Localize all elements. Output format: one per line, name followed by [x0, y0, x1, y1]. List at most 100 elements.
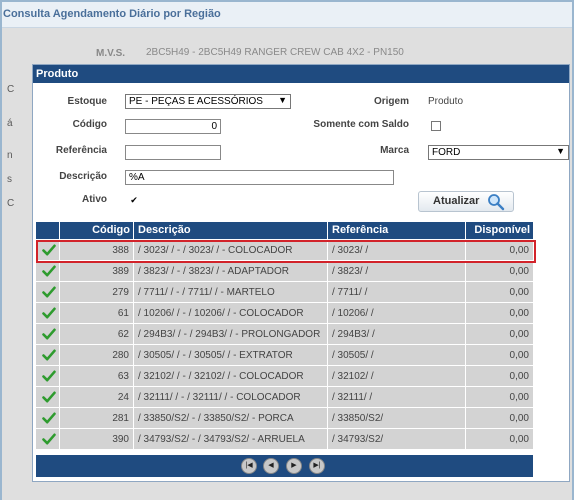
estoque-select[interactable]: PE - PEÇAS E ACESSÓRIOS ▼ — [125, 94, 291, 109]
disponivel-cell: 0,00 — [509, 308, 529, 319]
descricao-cell: / 32111/ / - / 32111/ / - COLOCADOR — [134, 387, 328, 408]
check-icon — [42, 370, 56, 382]
selected-row-highlight — [36, 240, 536, 263]
row-check-cell[interactable] — [36, 429, 60, 450]
disponivel-cell: 0,00 — [509, 434, 529, 445]
referencia-cell: / 3823/ / — [328, 261, 466, 282]
disponivel-cell: 0,00 — [509, 350, 529, 361]
marca-label: Marca — [380, 145, 409, 156]
table-header: Código Descrição Referência Disponível — [36, 222, 533, 239]
codigo-cell: 24 — [60, 387, 134, 408]
header-disponivel[interactable]: Disponível — [466, 222, 533, 239]
somente-saldo-label: Somente com Saldo — [313, 119, 409, 130]
codigo-cell: 281 — [60, 408, 134, 429]
page-title: Consulta Agendamento Diário por Região — [3, 8, 221, 20]
check-icon — [42, 433, 56, 445]
header-descricao[interactable]: Descrição — [134, 222, 328, 239]
somente-saldo-checkbox[interactable] — [431, 121, 441, 131]
descricao-cell: / 294B3/ / - / 294B3/ / - PROLONGADOR — [134, 324, 328, 345]
codigo-input[interactable]: 0 — [125, 119, 221, 134]
codigo-label: Código — [72, 119, 107, 130]
table-row[interactable]: 24/ 32111/ / - / 32111/ / - COLOCADOR/ 3… — [36, 387, 533, 408]
row-check-cell[interactable] — [36, 345, 60, 366]
dialog-title: Produto — [33, 65, 569, 83]
atualizar-label: Atualizar — [433, 195, 480, 207]
produto-dialog: Produto Estoque PE - PEÇAS E ACESSÓRIOS … — [32, 64, 570, 482]
row-check-cell[interactable] — [36, 303, 60, 324]
referencia-cell: / 30505/ / — [328, 345, 466, 366]
header-check-column — [36, 222, 60, 239]
row-check-cell[interactable] — [36, 366, 60, 387]
next-page-button[interactable]: ▶ — [286, 458, 302, 474]
marca-select[interactable]: FORD ▼ — [428, 145, 569, 160]
last-page-button[interactable]: ▶| — [309, 458, 325, 474]
disponivel-cell: 0,00 — [509, 392, 529, 403]
referencia-label: Referência — [55, 145, 107, 156]
descricao-cell: / 33850/S2/ - / 33850/S2/ - PORCA — [134, 408, 328, 429]
row-check-cell[interactable] — [36, 387, 60, 408]
check-icon — [42, 412, 56, 424]
referencia-cell: / 33850/S2/ — [328, 408, 466, 429]
table-row[interactable]: 279/ 7711/ / - / 7711/ / - MARTELO/ 7711… — [36, 282, 533, 303]
header-referencia[interactable]: Referência — [328, 222, 466, 239]
check-icon — [42, 349, 56, 361]
table-row[interactable]: 281/ 33850/S2/ - / 33850/S2/ - PORCA/ 33… — [36, 408, 533, 429]
estoque-label: Estoque — [67, 96, 107, 107]
prev-page-button[interactable]: ◀ — [263, 458, 279, 474]
codigo-cell: 390 — [60, 429, 134, 450]
table-row[interactable]: 62/ 294B3/ / - / 294B3/ / - PROLONGADOR /… — [36, 324, 533, 345]
estoque-value: PE - PEÇAS E ACESSÓRIOS — [129, 96, 263, 107]
referencia-cell: / 32111/ / — [328, 387, 466, 408]
descricao-cell: / 3823/ / - / 3823/ / - ADAPTADOR — [134, 261, 328, 282]
referencia-cell: / 32102/ / — [328, 366, 466, 387]
codigo-cell: 389 — [60, 261, 134, 282]
check-icon — [42, 286, 56, 298]
table-row[interactable]: 389/ 3823/ / - / 3823/ / - ADAPTADOR/ 38… — [36, 261, 533, 282]
referencia-cell: / 7711/ / — [328, 282, 466, 303]
descricao-cell: / 30505/ / - / 30505/ / - EXTRATOR — [134, 345, 328, 366]
atualizar-button[interactable]: Atualizar — [418, 191, 514, 212]
origem-label: Origem — [373, 96, 409, 107]
codigo-cell: 63 — [60, 366, 134, 387]
ativo-label: Ativo — [82, 194, 107, 205]
row-check-cell[interactable] — [36, 324, 60, 345]
check-icon — [42, 265, 56, 277]
check-icon — [42, 328, 56, 340]
disponivel-cell: 0,00 — [509, 371, 529, 382]
table-row[interactable]: 61/ 10206/ / - / 10206/ / - COLOCADOR/ 1… — [36, 303, 533, 324]
disponivel-cell: 0,00 — [509, 266, 529, 277]
dropdown-arrow-icon: ▼ — [278, 95, 287, 105]
table-row[interactable]: 63/ 32102/ / - / 32102/ / - COLOCADOR/ 3… — [36, 366, 533, 387]
codigo-cell: 62 — [60, 324, 134, 345]
pager: |◀ ◀ ▶ ▶| — [36, 455, 533, 477]
first-page-button[interactable]: |◀ — [241, 458, 257, 474]
table-row[interactable]: 280/ 30505/ / - / 30505/ / - EXTRATOR/ 3… — [36, 345, 533, 366]
marca-value: FORD — [432, 147, 461, 158]
disponivel-cell: 0,00 — [509, 329, 529, 340]
codigo-cell: 280 — [60, 345, 134, 366]
descricao-label: Descrição — [59, 171, 107, 182]
descricao-cell: / 7711/ / - / 7711/ / - MARTELO — [134, 282, 328, 303]
row-check-cell[interactable] — [36, 261, 60, 282]
check-icon — [42, 391, 56, 403]
magnifier-icon — [488, 194, 505, 211]
check-icon — [42, 307, 56, 319]
referencia-cell: / 10206/ / — [328, 303, 466, 324]
codigo-cell: 61 — [60, 303, 134, 324]
origem-value: Produto — [428, 96, 464, 107]
table-row[interactable]: 390/ 34793/S2/ - / 34793/S2/ - ARRUELA / … — [36, 429, 533, 450]
referencia-input[interactable] — [125, 145, 221, 160]
row-check-cell[interactable] — [36, 282, 60, 303]
dropdown-arrow-icon: ▼ — [556, 146, 565, 156]
codigo-cell: 279 — [60, 282, 134, 303]
disponivel-cell: 0,00 — [509, 413, 529, 424]
descricao-cell: / 10206/ / - / 10206/ / - COLOCADOR — [134, 303, 328, 324]
page-header: Consulta Agendamento Diário por Região — [2, 2, 572, 28]
ativo-checkbox[interactable]: ✔ — [129, 196, 139, 206]
referencia-cell: / 294B3/ / — [328, 324, 466, 345]
descricao-input[interactable]: %A — [125, 170, 394, 185]
disponivel-cell: 0,00 — [509, 287, 529, 298]
row-check-cell[interactable] — [36, 408, 60, 429]
referencia-cell: / 34793/S2/ — [328, 429, 466, 450]
header-codigo[interactable]: Código — [60, 222, 134, 239]
